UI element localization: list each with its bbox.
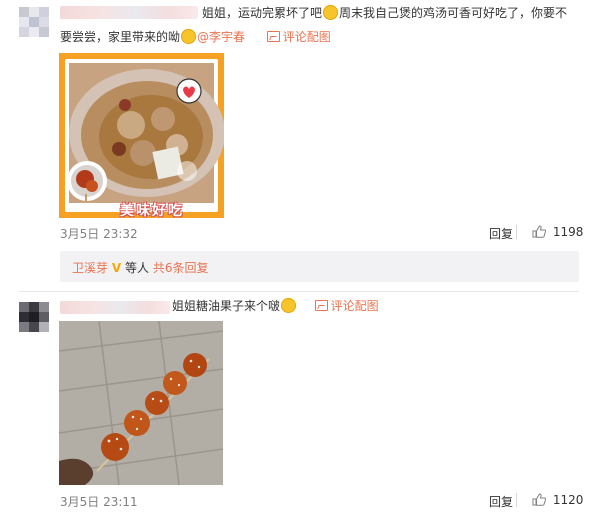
divider — [516, 493, 517, 507]
kiss-emoji-icon — [281, 298, 297, 313]
laugh-emoji-icon — [181, 29, 197, 44]
picture-icon — [314, 300, 328, 311]
sub-replies-label: 等人 — [124, 261, 149, 275]
reply-button[interactable]: 回复 — [489, 225, 513, 242]
comment-picture-label: 评论配图 — [282, 30, 331, 44]
comment-picture-label: 评论配图 — [330, 299, 379, 313]
like-count: 1198 — [552, 225, 584, 239]
comment-timestamp: 3月5日 23:32 — [60, 227, 138, 241]
emoji-icon — [323, 5, 339, 20]
reply-button[interactable]: 回复 — [489, 493, 513, 510]
like-button[interactable]: 1120 — [532, 493, 583, 507]
comment-text-line2: 要尝尝，家里带来的呦 @李宇春 评论配图 — [60, 27, 331, 47]
sub-reply-user[interactable]: 卫溪芽 — [72, 261, 108, 275]
thumbs-up-icon — [532, 225, 546, 238]
sub-replies-summary: 卫溪芽 V 等人 共6条回复 — [72, 259, 208, 276]
comment-text-part: 姐姐，运动完累坏了吧 — [202, 6, 323, 20]
verified-badge-icon: V — [111, 261, 122, 275]
comment-timestamp: 3月5日 23:11 — [60, 495, 138, 509]
comment-avatar[interactable] — [19, 302, 49, 332]
divider — [516, 225, 517, 239]
comment-text: 姐姐，运动完累坏了吧 周末我自己煲的鸡汤可香可好吃了，你要不 — [60, 3, 580, 23]
skewer-image — [59, 321, 223, 485]
picture-icon — [266, 31, 280, 42]
comment-text: 姐姐糖油果子来个啵 评论配图 — [60, 296, 379, 316]
comment-avatar[interactable] — [19, 7, 49, 37]
comment-text-part: 周末我自己煲的鸡汤可香可好吃了，你要不 — [339, 6, 568, 20]
comment-picture-link[interactable]: 评论配图 — [314, 299, 379, 313]
like-count: 1120 — [552, 493, 584, 507]
comment-image[interactable]: 美味好吃 — [59, 53, 224, 218]
comment-divider — [19, 291, 579, 292]
comment-picture-link[interactable]: 评论配图 — [266, 30, 331, 44]
comment-image[interactable] — [59, 321, 223, 485]
like-button[interactable]: 1198 — [532, 225, 583, 239]
thumbs-up-icon — [532, 493, 546, 506]
image-caption: 美味好吃 — [120, 203, 184, 218]
comment-text-part: 姐姐糖油果子来个啵 — [172, 299, 281, 313]
view-replies-link[interactable]: 共6条回复 — [153, 261, 209, 275]
soup-image — [59, 53, 224, 218]
comment-text-part: 要尝尝，家里带来的呦 — [60, 30, 181, 44]
mention-link[interactable]: @李宇春 — [197, 30, 245, 44]
